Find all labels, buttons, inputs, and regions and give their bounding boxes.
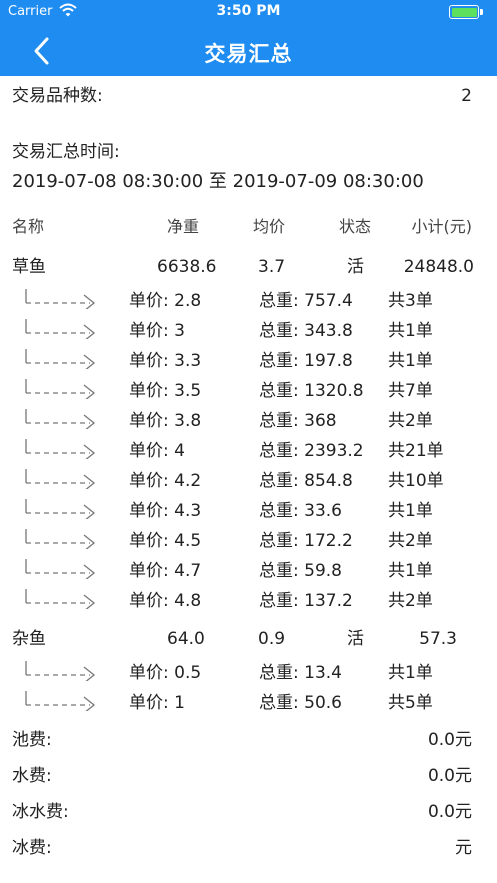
nav-bar: 交易汇总 <box>0 26 497 76</box>
fee-value: 0.0元 <box>427 730 472 750</box>
detail-price: 单价: 4.7 <box>129 561 202 581</box>
detail-weight: 总重: 2393.2 <box>259 441 364 461</box>
tree-arrow-icon <box>25 589 96 609</box>
detail-weight: 总重: 13.4 <box>259 663 342 683</box>
tree-arrow-icon <box>25 289 96 309</box>
fee-value: 0.0元 <box>427 766 472 786</box>
fee-label: 池费: <box>12 730 52 750</box>
fee-value: 元 <box>455 838 472 858</box>
detail-count: 共1单 <box>388 561 433 581</box>
detail-count: 共2单 <box>388 591 433 611</box>
tree-arrow-icon <box>25 409 96 429</box>
detail-price: 单价: 3.8 <box>129 411 202 431</box>
detail-price: 单价: 2.8 <box>129 291 202 311</box>
detail-price: 单价: 3 <box>129 321 185 341</box>
detail-price: 单价: 4 <box>129 441 185 461</box>
tree-arrow-icon <box>25 661 96 681</box>
time-label: 交易汇总时间: <box>12 142 120 162</box>
detail-price: 单价: 4.2 <box>129 471 202 491</box>
detail-count: 共1单 <box>388 501 433 521</box>
detail-count: 共1单 <box>388 321 433 341</box>
detail-weight: 总重: 343.8 <box>259 321 353 341</box>
detail-count: 共3单 <box>388 291 433 311</box>
detail-count: 共1单 <box>388 351 433 371</box>
tree-arrow-icon <box>25 379 96 399</box>
detail-price: 单价: 4.3 <box>129 501 202 521</box>
item-name: 杂鱼 <box>12 629 46 649</box>
item-subtotal: 24848.0 <box>403 257 474 277</box>
battery-icon <box>449 5 483 19</box>
detail-weight: 总重: 137.2 <box>259 591 353 611</box>
detail-price: 单价: 4.5 <box>129 531 202 551</box>
varieties-value: 2 <box>461 86 472 106</box>
fee-label: 水费: <box>12 766 52 786</box>
detail-weight: 总重: 197.8 <box>259 351 353 371</box>
status-time: 3:50 PM <box>216 3 281 19</box>
fee-value: 0.0元 <box>427 802 472 822</box>
fee-label: 冰费: <box>12 838 52 858</box>
detail-weight: 总重: 50.6 <box>259 693 342 713</box>
tree-arrow-icon <box>25 469 96 489</box>
detail-price: 单价: 4.8 <box>129 591 202 611</box>
item-net-weight: 64.0 <box>167 629 205 649</box>
top-bar: Carrier 3:50 PM 交易汇总 <box>0 0 497 76</box>
item-name: 草鱼 <box>12 257 46 277</box>
detail-count: 共2单 <box>388 411 433 431</box>
item-status: 活 <box>347 629 364 649</box>
tree-arrow-icon <box>25 529 96 549</box>
detail-weight: 总重: 59.8 <box>259 561 342 581</box>
status-bar: Carrier 3:50 PM <box>0 0 497 26</box>
detail-weight: 总重: 33.6 <box>259 501 342 521</box>
detail-weight: 总重: 757.4 <box>259 291 353 311</box>
detail-count: 共2单 <box>388 531 433 551</box>
item-avg-price: 0.9 <box>258 629 286 649</box>
fee-label: 冰水费: <box>12 802 69 822</box>
page-title: 交易汇总 <box>204 42 293 66</box>
detail-price: 单价: 3.5 <box>129 381 202 401</box>
detail-weight: 总重: 172.2 <box>259 531 353 551</box>
tree-arrow-icon <box>25 319 96 339</box>
header-net-weight: 净重 <box>167 217 200 236</box>
header-avg-price: 均价 <box>253 217 286 236</box>
detail-weight: 总重: 1320.8 <box>259 381 364 401</box>
header-status: 状态 <box>339 217 372 236</box>
item-subtotal: 57.3 <box>419 629 457 649</box>
detail-count: 共21单 <box>388 441 444 461</box>
item-status: 活 <box>347 257 364 277</box>
detail-count: 共10单 <box>388 471 444 491</box>
item-avg-price: 3.7 <box>258 257 286 277</box>
item-net-weight: 6638.6 <box>157 257 217 277</box>
detail-count: 共5单 <box>388 693 433 713</box>
detail-price: 单价: 0.5 <box>129 663 202 683</box>
header-name: 名称 <box>12 217 45 236</box>
detail-weight: 总重: 854.8 <box>259 471 353 491</box>
tree-arrow-icon <box>25 499 96 519</box>
detail-price: 单价: 3.3 <box>129 351 202 371</box>
tree-arrow-icon <box>25 439 96 459</box>
header-subtotal: 小计(元) <box>411 217 473 236</box>
tree-arrow-icon <box>25 691 96 711</box>
detail-count: 共7单 <box>388 381 433 401</box>
detail-count: 共1单 <box>388 663 433 683</box>
tree-arrow-icon <box>25 559 96 579</box>
detail-price: 单价: 1 <box>129 693 185 713</box>
tree-arrow-icon <box>25 349 96 369</box>
detail-weight: 总重: 368 <box>259 411 337 431</box>
time-range: 2019-07-08 08:30:00 至 2019-07-09 08:30:0… <box>12 171 424 192</box>
varieties-label: 交易品种数: <box>12 86 103 106</box>
